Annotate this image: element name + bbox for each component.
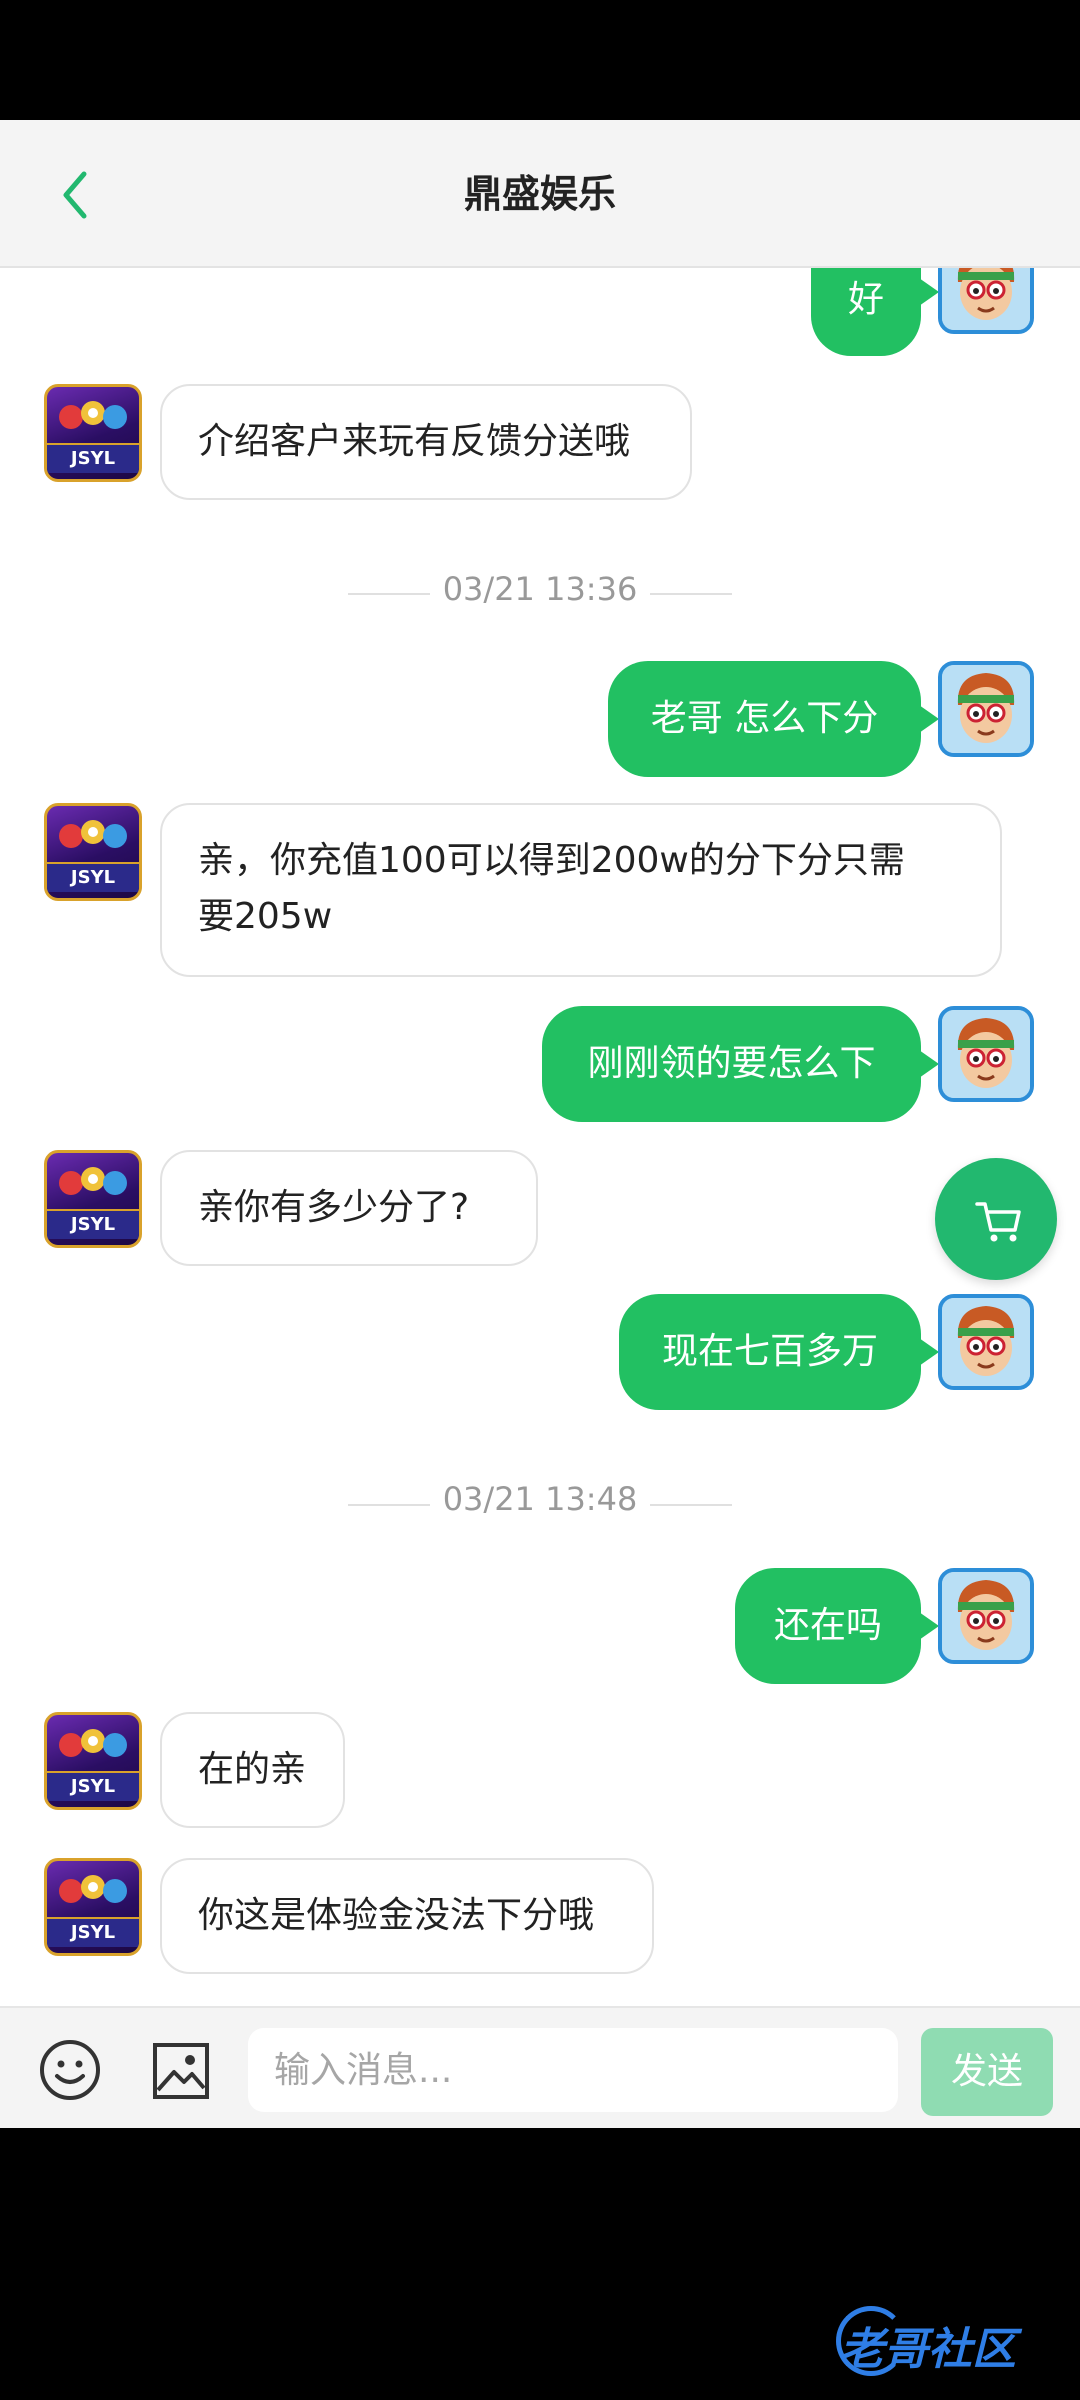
chat-screen: 鼎盛娱乐 好 JSYL 介绍客户来玩有反馈分送哦 03/21 13:36 老哥 … bbox=[0, 0, 1080, 2400]
cartoon-face-icon bbox=[942, 665, 1030, 753]
cartoon-face-icon bbox=[942, 1010, 1030, 1098]
message-list[interactable]: 好 JSYL 介绍客户来玩有反馈分送哦 03/21 13:36 老哥 怎么下分 … bbox=[0, 268, 1080, 2006]
back-button[interactable] bbox=[50, 160, 110, 230]
message-text: 亲你有多少分了? bbox=[198, 1187, 470, 1228]
message-bubble-received[interactable]: 你这是体验金没法下分哦 bbox=[160, 1858, 654, 1974]
bot-logo-text: JSYL bbox=[47, 1209, 139, 1239]
bot-avatar[interactable]: JSYL bbox=[44, 1858, 142, 1956]
cartoon-face-icon bbox=[942, 1298, 1030, 1386]
cart-button[interactable] bbox=[935, 1158, 1057, 1280]
watermark: 老哥社区 bbox=[840, 2324, 1016, 2375]
casino-chips-icon bbox=[59, 1167, 127, 1195]
message-text: 还在吗 bbox=[773, 1605, 882, 1646]
navigation-area: 老哥社区 bbox=[0, 2128, 1080, 2400]
message-bubble-received[interactable]: 介绍客户来玩有反馈分送哦 bbox=[160, 384, 692, 500]
message-bubble-sent[interactable]: 好 bbox=[811, 268, 939, 356]
bot-logo-text: JSYL bbox=[47, 1771, 139, 1801]
send-button[interactable]: 发送 bbox=[921, 2028, 1053, 2116]
casino-chips-icon bbox=[59, 1729, 127, 1757]
image-button[interactable] bbox=[152, 2042, 210, 2100]
message-text: 你这是体验金没法下分哦 bbox=[198, 1895, 595, 1936]
page-title: 鼎盛娱乐 bbox=[463, 172, 616, 216]
status-bar bbox=[0, 0, 1080, 120]
message-bubble-received[interactable]: 在的亲 bbox=[160, 1712, 345, 1828]
cartoon-face-icon bbox=[942, 268, 1030, 330]
message-text: 介绍客户来玩有反馈分送哦 bbox=[198, 421, 631, 462]
user-avatar[interactable] bbox=[938, 268, 1034, 334]
bot-logo-text: JSYL bbox=[47, 862, 139, 892]
message-input-bar: 发送 bbox=[0, 2006, 1080, 2128]
casino-chips-icon bbox=[59, 820, 127, 848]
header-bar: 鼎盛娱乐 bbox=[0, 120, 1080, 268]
message-text: 在的亲 bbox=[198, 1749, 307, 1790]
message-input[interactable] bbox=[248, 2028, 898, 2112]
message-text: 老哥 怎么下分 bbox=[650, 698, 879, 739]
message-text: 刚刚领的要怎么下 bbox=[587, 1043, 876, 1084]
user-avatar[interactable] bbox=[938, 1568, 1034, 1664]
image-icon bbox=[153, 2043, 209, 2099]
message-text-line: 亲，你充值100可以得到200w的分下分只需 bbox=[198, 840, 905, 881]
timestamp: 03/21 13:48 bbox=[442, 1480, 638, 1518]
message-text: 好 bbox=[847, 279, 884, 320]
divider bbox=[650, 593, 732, 595]
user-avatar[interactable] bbox=[938, 661, 1034, 757]
emoji-button[interactable] bbox=[38, 2038, 102, 2102]
chevron-left-icon bbox=[63, 171, 87, 219]
divider bbox=[650, 1504, 732, 1506]
message-bubble-sent[interactable]: 现在七百多万 bbox=[619, 1294, 939, 1410]
message-bubble-sent[interactable]: 刚刚领的要怎么下 bbox=[542, 1006, 939, 1122]
casino-chips-icon bbox=[59, 401, 127, 429]
message-bubble-sent[interactable]: 还在吗 bbox=[735, 1568, 939, 1684]
message-text: 现在七百多万 bbox=[661, 1331, 878, 1372]
bot-avatar[interactable]: JSYL bbox=[44, 803, 142, 901]
bot-avatar[interactable]: JSYL bbox=[44, 384, 142, 482]
message-bubble-sent[interactable]: 老哥 怎么下分 bbox=[608, 661, 939, 777]
bot-avatar[interactable]: JSYL bbox=[44, 1712, 142, 1810]
casino-chips-icon bbox=[59, 1875, 127, 1903]
cartoon-face-icon bbox=[942, 1572, 1030, 1660]
message-bubble-received[interactable]: 亲你有多少分了? bbox=[160, 1150, 538, 1266]
bot-logo-text: JSYL bbox=[47, 443, 139, 473]
bot-avatar[interactable]: JSYL bbox=[44, 1150, 142, 1248]
cart-icon bbox=[975, 1202, 1021, 1242]
smiley-icon bbox=[40, 2040, 100, 2100]
timestamp: 03/21 13:36 bbox=[442, 570, 638, 608]
message-bubble-received[interactable]: 亲，你充值100可以得到200w的分下分只需 要205w bbox=[160, 803, 1002, 977]
message-text-line: 要205w bbox=[198, 896, 333, 937]
user-avatar[interactable] bbox=[938, 1294, 1034, 1390]
bot-logo-text: JSYL bbox=[47, 1917, 139, 1947]
user-avatar[interactable] bbox=[938, 1006, 1034, 1102]
